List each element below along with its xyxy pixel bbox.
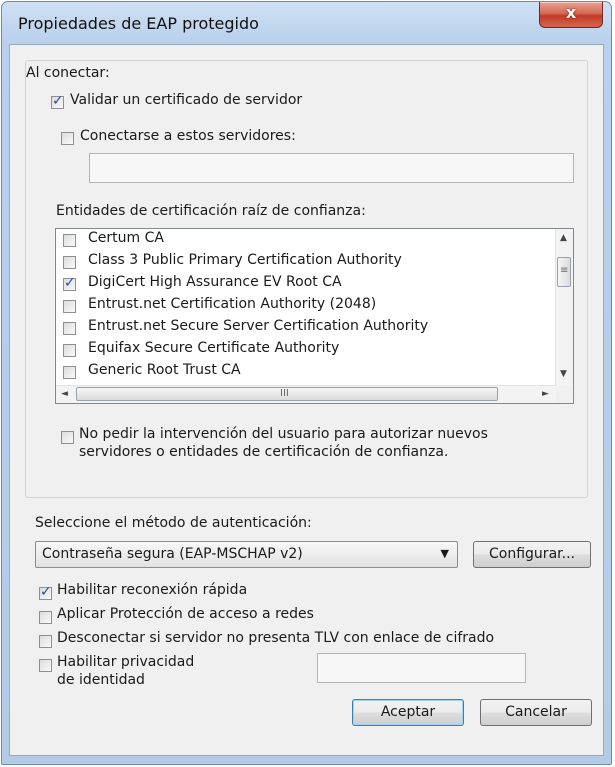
trusted-roots-list[interactable]: Certum CA Class 3 Public Primary Certifi… — [55, 228, 574, 404]
list-item-checkbox[interactable] — [63, 300, 76, 313]
fast-reconnect-label: Habilitar reconexión rápida — [57, 582, 248, 598]
fast-reconnect-checkbox[interactable] — [39, 584, 52, 600]
horizontal-scroll-thumb[interactable]: III — [76, 387, 498, 401]
configure-button[interactable]: Configurar... — [473, 541, 591, 568]
scroll-left-icon[interactable]: ◄ — [61, 389, 68, 399]
nap-label: Aplicar Protección de acceso a redes — [57, 606, 314, 622]
trusted-roots-label: Entidades de certificación raíz de confi… — [56, 203, 366, 219]
chevron-down-icon: ▼ — [440, 547, 449, 560]
scroll-up-icon[interactable]: ▲ — [560, 233, 567, 243]
close-icon: x — [565, 3, 577, 22]
connect-header: Al conectar: — [26, 65, 110, 81]
list-item-checkbox[interactable] — [63, 344, 76, 357]
list-item-checkbox[interactable] — [63, 322, 76, 335]
nap-checkbox[interactable] — [39, 611, 52, 624]
vertical-scroll-thumb[interactable]: ≡ — [557, 257, 571, 287]
identity-input[interactable] — [317, 653, 526, 683]
list-item-checkbox[interactable] — [63, 366, 76, 379]
scroll-corner — [556, 386, 573, 403]
dialog-body: Al conectar: Validar un certificado de s… — [9, 44, 604, 756]
no-prompt-label-line2: servidores o entidades de certificación … — [79, 444, 449, 460]
list-item-label: Entrust.net Certification Authority (204… — [88, 296, 377, 312]
horizontal-scrollbar[interactable]: ◄ III ► — [56, 385, 557, 403]
list-item-label: Certum CA — [88, 230, 164, 246]
scroll-down-icon[interactable]: ▼ — [560, 369, 567, 379]
cancel-button[interactable]: Cancelar — [480, 699, 592, 726]
list-item-label: Entrust.net Secure Server Certification … — [88, 318, 429, 334]
identity-privacy-label-line1: Habilitar privacidad — [57, 654, 195, 670]
disconnect-tlv-label: Desconectar si servidor no presenta TLV … — [57, 630, 495, 646]
ok-button[interactable]: Aceptar — [352, 699, 464, 726]
auth-method-label: Seleccione el método de autenticación: — [35, 515, 312, 531]
no-prompt-label-line1: No pedir la intervención del usuario par… — [79, 426, 488, 442]
title-bar[interactable]: Propiedades de EAP protegido x — [2, 2, 611, 50]
validate-cert-label: Validar un certificado de servidor — [70, 92, 303, 108]
connect-servers-label: Conectarse a estos servidores: — [80, 128, 296, 144]
list-item-label: Generic Root Trust CA — [88, 362, 241, 378]
scroll-right-icon[interactable]: ► — [542, 389, 549, 399]
close-button[interactable]: x — [539, 2, 603, 28]
grip-icon: III — [280, 388, 289, 399]
window-title: Propiedades de EAP protegido — [18, 14, 259, 33]
disconnect-tlv-checkbox[interactable] — [39, 635, 52, 648]
identity-privacy-label-line2: de identidad — [57, 672, 145, 688]
connect-servers-checkbox[interactable] — [61, 132, 74, 145]
identity-privacy-checkbox[interactable] — [39, 659, 52, 672]
auth-method-select[interactable]: Contraseña segura (EAP-MSCHAP v2) ▼ — [35, 541, 458, 568]
validate-cert-checkbox[interactable] — [51, 93, 64, 109]
list-item-checkbox[interactable] — [63, 256, 76, 269]
grip-icon: ≡ — [560, 265, 569, 276]
auth-method-value: Contraseña segura (EAP-MSCHAP v2) — [42, 546, 303, 562]
list-item-checkbox[interactable] — [63, 234, 76, 247]
list-item-label: DigiCert High Assurance EV Root CA — [88, 274, 342, 290]
list-item-label: Class 3 Public Primary Certification Aut… — [88, 252, 402, 268]
vertical-scrollbar[interactable]: ▲ ≡ ▼ — [555, 229, 573, 386]
list-item-checkbox[interactable] — [63, 275, 76, 291]
dialog-window: Propiedades de EAP protegido x Al conect… — [1, 1, 612, 765]
no-prompt-checkbox[interactable] — [61, 431, 74, 444]
servers-input[interactable] — [89, 153, 574, 183]
list-item-label: Equifax Secure Certificate Authority — [88, 340, 340, 356]
